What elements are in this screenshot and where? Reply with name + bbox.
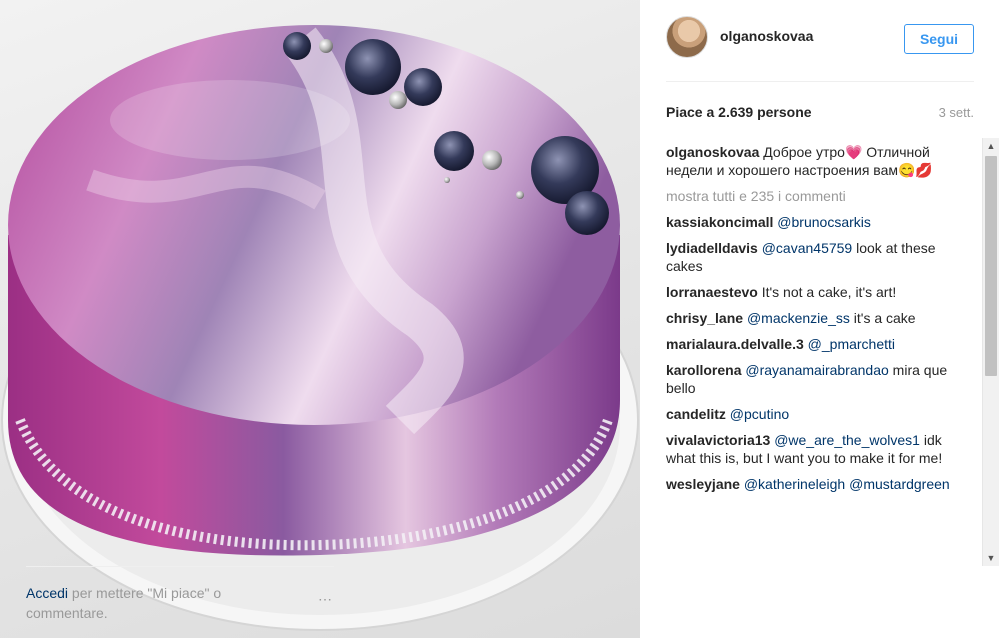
comment-mention[interactable]: @we_are_the_wolves1 [774,432,920,448]
scroll-up-arrow-icon[interactable]: ▲ [983,138,999,154]
post-time[interactable]: 3 sett. [939,105,974,120]
comment-item: wesleyjane @katherineleigh @mustardgreen [666,475,966,493]
scroll-down-arrow-icon[interactable]: ▼ [983,550,999,566]
comment-item: lorranaestevo It's not a cake, it's art! [666,283,966,301]
comment-username[interactable]: kassiakoncimall [666,214,773,230]
show-all-comments-link[interactable]: mostra tutti e 235 i commenti [666,187,966,205]
comment-username[interactable]: chrisy_lane [666,310,743,326]
comment-mention[interactable]: @cavan45759 [762,240,853,256]
caption-username[interactable]: olganoskovaa [666,144,759,160]
mirror-glaze-cake-image [1,25,639,631]
comments-scrollbar[interactable]: ▲ ▼ [982,138,999,566]
post-photo[interactable] [0,0,640,638]
comment-username[interactable]: karollorena [666,362,741,378]
comment-username[interactable]: vivalavictoria13 [666,432,770,448]
post-header: olganoskovaa Segui [666,16,974,82]
comments-list[interactable]: olganoskovaa Доброе утро💗 Отличной недел… [666,143,966,565]
scrollbar-thumb[interactable] [985,156,997,376]
post-footer: Accedi per mettere "Mi piace" o commenta… [26,566,334,638]
comment-username[interactable]: lorranaestevo [666,284,758,300]
comment-username[interactable]: candelitz [666,406,726,422]
post-username[interactable]: olganoskovaa [720,28,813,44]
post-details-panel: olganoskovaa Segui Piace a 2.639 persone… [640,0,1000,638]
comment-item: candelitz @pcutino [666,405,966,423]
comment-text: It's not a cake, it's art! [761,284,897,300]
comment-item: lydiadelldavis @cavan45759 look at these… [666,239,966,275]
comment-mention[interactable]: @brunocsarkis [777,214,871,230]
comment-username[interactable]: lydiadelldavis [666,240,758,256]
caption: olganoskovaa Доброе утро💗 Отличной недел… [666,143,966,179]
comment-item: vivalavictoria13 @we_are_the_wolves1 idk… [666,431,966,467]
comment-mention[interactable]: @mackenzie_ss [747,310,850,326]
likes-row: Piace a 2.639 persone 3 sett. [666,102,974,126]
comment-username[interactable]: marialaura.delvalle.3 [666,336,804,352]
avatar[interactable] [666,16,708,58]
login-prompt: Accedi per mettere "Mi piace" o commenta… [26,583,266,623]
comment-mention[interactable]: @pcutino [730,406,789,422]
comment-mention[interactable]: @rayanamairabrandao [745,362,888,378]
comment-item: chrisy_lane @mackenzie_ss it's a cake [666,309,966,327]
more-options-icon[interactable]: ⋯ [318,591,334,608]
comment-item: marialaura.delvalle.3 @_pmarchetti [666,335,966,353]
comment-item: karollorena @rayanamairabrandao mira que… [666,361,966,397]
comment-mention[interactable]: @_pmarchetti [808,336,895,352]
follow-button[interactable]: Segui [904,24,974,54]
login-link[interactable]: Accedi [26,585,68,601]
comment-item: kassiakoncimall @brunocsarkis [666,213,966,231]
likes-count[interactable]: Piace a 2.639 persone [666,104,812,120]
comment-text: it's a cake [849,310,916,326]
comment-username[interactable]: wesleyjane [666,476,740,492]
comment-mention[interactable]: @katherineleigh @mustardgreen [744,476,950,492]
